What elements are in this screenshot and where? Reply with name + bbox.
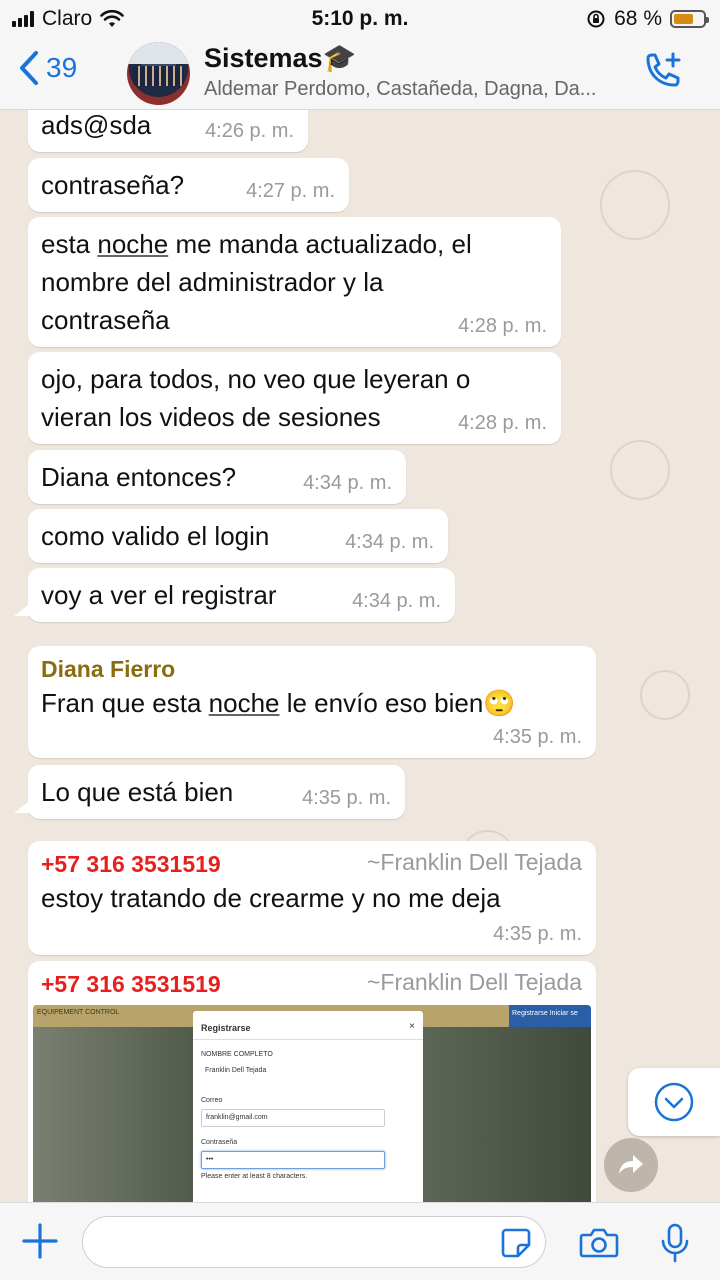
screenshot-divider [193,1039,423,1040]
sender-alias: ~Franklin Dell Tejada [367,969,582,995]
message-text-line: nombre del administrador y la [41,267,384,297]
message-bubble[interactable]: como valido el login 4:34 p. m. [28,509,448,563]
message-bubble[interactable]: esta noche me manda actualizado, el nomb… [28,217,561,347]
message-time: 4:34 p. m. [345,531,434,553]
group-title[interactable]: Sistemas🎓 [204,42,356,74]
screenshot-nav-links: Registrarse Iniciar se [509,1005,591,1027]
attach-button[interactable] [22,1223,58,1264]
message-bubble[interactable]: ads@sda 4:26 p. m. [28,110,308,152]
image-thumbnail[interactable]: EQUIPEMENT CONTROL Registrarse Iniciar s… [33,1005,591,1202]
message-bubble[interactable]: Diana Fierro Fran que esta noche le enví… [28,646,596,758]
eye-roll-emoji-icon: 🙄 [483,688,516,718]
screenshot-app-name: EQUIPEMENT CONTROL [37,1009,120,1016]
screenshot-label: NOMBRE COMPLETO [201,1051,273,1058]
scroll-down-button[interactable] [628,1068,720,1136]
chevron-left-icon [20,51,38,85]
message-text: estoy tratando de crearme y no me deja [41,883,501,913]
chevron-down-circle-icon [654,1082,694,1122]
message-bubble[interactable]: voy a ver el registrar 4:34 p. m. [14,568,455,622]
message-bubble[interactable]: contraseña? 4:27 p. m. [28,158,349,212]
plus-icon [22,1223,58,1259]
sticker-button[interactable] [500,1227,532,1264]
group-avatar[interactable] [127,42,190,105]
status-right: 68 % [586,7,709,31]
message-time: 4:28 p. m. [458,315,547,337]
graduation-cap-icon: 🎓 [322,43,357,73]
message-time: 4:34 p. m. [303,472,392,494]
screenshot-label: Contraseña [201,1139,238,1146]
message-bubble[interactable]: Lo que está bien 4:35 p. m. [14,765,405,819]
message-time: 4:28 p. m. [458,412,547,434]
sender-phone[interactable]: +57 316 3531519 [41,969,221,999]
forward-arrow-icon [619,1155,643,1174]
sender-name[interactable]: Diana Fierro [41,654,583,684]
add-call-button[interactable] [640,50,684,99]
battery-percent: 68 % [614,7,662,30]
group-members[interactable]: Aldemar Perdomo, Castañeda, Dagna, Da... [204,78,634,101]
message-time: 4:35 p. m. [302,787,391,809]
underlined-word: noche [97,229,169,259]
message-time: 4:35 p. m. [493,923,582,945]
message-bubble[interactable]: ojo, para todos, no veo que leyeran o vi… [28,352,561,444]
orientation-lock-icon [587,10,605,28]
screenshot-hint: Please enter at least 8 characters. [201,1173,308,1180]
message-time: 4:34 p. m. [352,590,441,612]
battery-icon [670,10,709,28]
background-doodle [610,440,670,500]
background-doodle [600,170,670,240]
screenshot-field: franklin@gmail.com [201,1109,385,1127]
sender-alias: ~Franklin Dell Tejada [367,849,582,875]
screenshot-label: Correo [201,1097,223,1104]
microphone-icon [661,1223,689,1263]
microphone-button[interactable] [660,1223,690,1268]
underlined-word: noche [208,688,280,718]
message-bubble[interactable]: Diana entonces? 4:34 p. m. [28,450,406,504]
group-title-text: Sistemas [204,43,323,73]
chat-area[interactable]: ads@sda 4:26 p. m. contraseña? 4:27 p. m… [0,110,720,1202]
screenshot-field: ••• [201,1151,385,1169]
sticker-icon [501,1228,531,1258]
forward-button[interactable] [604,1138,658,1192]
screenshot-modal-title: Registrarse [201,1023,251,1033]
add-call-icon [646,52,681,87]
screenshot-close-icon: × [409,1021,415,1032]
battery-fill [674,14,694,24]
message-time: 4:26 p. m. [205,120,294,142]
message-input[interactable] [82,1216,546,1268]
camera-icon [579,1228,619,1258]
screenshot-field: Franklin Dell Tejada [205,1067,267,1074]
message-time: 4:27 p. m. [246,180,335,202]
message-bubble[interactable]: +57 316 3531519 ~Franklin Dell Tejada es… [28,841,596,955]
screenshot-modal: Registrarse × NOMBRE COMPLETO Franklin D… [193,1011,423,1202]
unread-count: 39 [46,52,78,83]
image-message-bubble[interactable]: +57 316 3531519 ~Franklin Dell Tejada EQ… [28,961,596,1202]
message-time: 4:35 p. m. [493,726,582,748]
back-button[interactable]: 39 [18,50,77,86]
chat-header: 39 Sistemas🎓 Aldemar Perdomo, Castañeda,… [0,36,720,110]
background-doodle [640,670,690,720]
message-text: esta noche me manda actualizado, el [41,229,472,259]
message-text: ojo, para todos, no veo que leyeran o [41,364,471,394]
message-input-bar [0,1202,720,1280]
message-text: Fran que esta noche le envío eso bien🙄 [41,688,516,718]
status-bar: Claro 5:10 p. m. 68 % [0,0,720,36]
camera-button[interactable] [579,1227,619,1264]
